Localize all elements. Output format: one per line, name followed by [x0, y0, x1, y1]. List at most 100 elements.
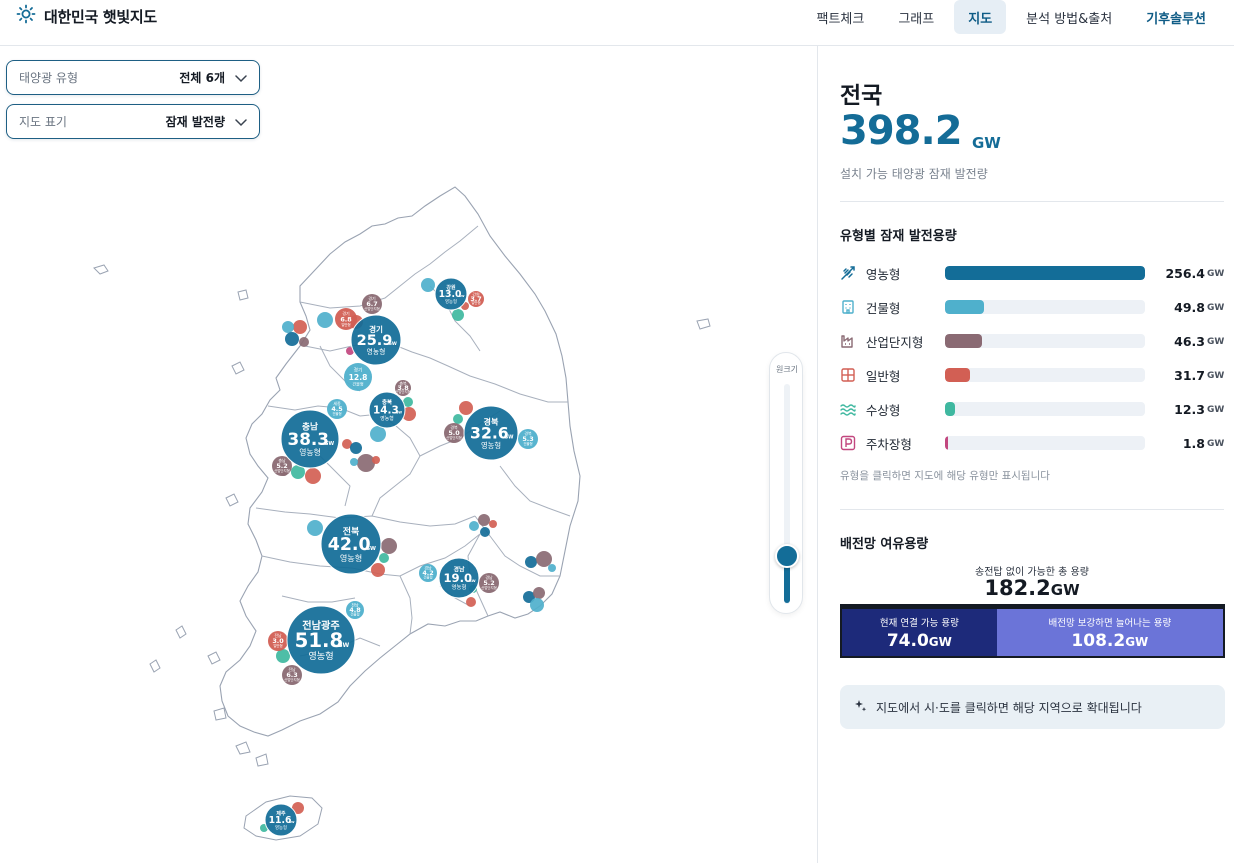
type-value: 31.7 — [1174, 367, 1205, 383]
secondary-bubble-type: 건물형 — [523, 441, 532, 446]
region-bubble-unit: GW — [366, 546, 376, 552]
type-value: 12.3 — [1174, 401, 1205, 417]
type-label: 일반형 — [865, 368, 901, 384]
region-bubble[interactable]: 전남광주51.8GW영농형 — [286, 605, 356, 675]
region-bubble[interactable]: 경북32.6GW영농형 — [463, 405, 519, 461]
map-dot — [452, 309, 464, 321]
region-bubble-unit: GW — [338, 642, 350, 649]
grid-segment-current: 현재 연결 가능 용량 74.0GW — [842, 609, 997, 656]
map-dot — [285, 332, 299, 346]
types-section-title: 유형별 잠재 발전용량 — [840, 229, 957, 244]
type-unit: GW — [1207, 303, 1225, 313]
type-value: 46.3 — [1174, 333, 1205, 349]
grid-segment-upgrade: 배전망 보강하면 늘어나는 용량 108.2GW — [996, 609, 1223, 656]
secondary-bubble[interactable]: 경기6.7산업단지형 — [362, 294, 382, 314]
chevron-down-icon — [235, 112, 247, 131]
bubble-size-slider[interactable]: 원크기 — [769, 352, 803, 614]
grid-segment-value: 108.2GW — [1071, 631, 1148, 651]
secondary-bubble[interactable]: 강원3.7일반형 — [468, 291, 484, 307]
secondary-bubble[interactable]: 세종4.5건물형 — [327, 399, 347, 419]
type-bar-track — [945, 436, 1146, 450]
slider-thumb[interactable] — [775, 543, 799, 568]
region-bubble[interactable]: 충북14.3GW영농형 — [368, 391, 406, 429]
map-dot — [282, 321, 294, 333]
type-unit: GW — [1207, 371, 1225, 381]
region-bubble-type: 영농형 — [481, 441, 501, 450]
region-bubble-type: 영농형 — [452, 583, 467, 591]
type-label: 건물형 — [865, 300, 901, 316]
grid-segment-number: 108.2 — [1071, 630, 1126, 651]
type-unit: GW — [1207, 405, 1225, 415]
map-dot — [276, 649, 290, 663]
secondary-bubble[interactable]: 전남3.0일반형 — [268, 631, 288, 651]
map-notice: 지도에서 시·도를 클릭하면 해당 지역으로 확대됩니다 — [840, 685, 1225, 729]
secondary-bubble[interactable]: 충북3.8산업단지형 — [395, 380, 411, 396]
region-bubble-type: 영농형 — [380, 415, 393, 422]
main-nav: 팩트체크 그래프 지도 분석 방법&출처 기후솔루션 — [803, 0, 1221, 34]
region-bubble-unit: GW — [289, 820, 295, 824]
korea-map[interactable]: 경기12.8건물형경기6.8일반형경기6.7산업단지형강원3.7일반형충남5.2… — [0, 46, 818, 863]
type-bar-track — [945, 402, 1146, 416]
type-unit: GW — [1207, 269, 1225, 279]
secondary-bubble[interactable]: 경기12.8건물형 — [344, 363, 372, 391]
region-bubble-type: 영농형 — [340, 553, 362, 563]
region-bubble[interactable]: 충남38.3GW영농형 — [280, 409, 340, 469]
type-bar-fill — [945, 334, 982, 348]
region-bubble[interactable]: 전북42.0GW영농형 — [320, 513, 382, 575]
type-bar-fill — [945, 402, 955, 416]
map-dot — [466, 597, 476, 607]
region-bubble[interactable]: 제주11.6GW영농형 — [264, 803, 298, 837]
map-dot — [548, 564, 556, 572]
type-row-general[interactable]: 일반형 31.7 GW — [840, 363, 1224, 387]
map-dot — [525, 556, 537, 568]
map-dot — [299, 337, 309, 347]
type-row-building[interactable]: 건물형 49.8 GW — [840, 295, 1224, 319]
map-display-select[interactable]: 지도 표기 잠재 발전량 — [6, 104, 260, 139]
secondary-bubble-type: 일반형 — [273, 643, 282, 648]
map-dot — [536, 551, 552, 567]
region-bubble[interactable]: 경남19.0GW영농형 — [438, 557, 480, 599]
type-bar-track — [945, 334, 1146, 348]
tab-factcheck[interactable]: 팩트체크 — [803, 0, 879, 34]
region-bubble-unit: GW — [388, 341, 397, 347]
secondary-bubble[interactable]: 경남5.2산업단지형 — [479, 573, 499, 593]
brand[interactable]: 대한민국 햇빛지도 — [16, 4, 157, 28]
secondary-bubble[interactable]: 전남4.8건물형 — [346, 601, 364, 619]
map-dot — [533, 587, 545, 599]
secondary-bubble[interactable]: 경기6.8일반형 — [335, 308, 357, 330]
secondary-bubble[interactable]: 전남6.3산업단지형 — [282, 665, 302, 685]
grid-total: 182.2GW — [840, 576, 1224, 600]
tab-map[interactable]: 지도 — [954, 0, 1007, 34]
total-capacity-value: 398.2 — [840, 108, 963, 154]
region-bubble-unit: GW — [396, 411, 403, 415]
secondary-bubble[interactable]: 경북5.3건물형 — [518, 429, 538, 449]
tab-graph[interactable]: 그래프 — [884, 0, 948, 34]
type-bar-track — [945, 368, 1146, 382]
region-bubble-type: 영농형 — [275, 824, 287, 831]
region-bubble[interactable]: 강원13.0GW영농형 — [434, 277, 468, 311]
map-dot — [459, 401, 473, 415]
region-bubble[interactable]: 경기25.9GW영농형 — [350, 314, 402, 366]
map-dot — [372, 456, 380, 464]
app-title: 대한민국 햇빛지도 — [44, 7, 157, 26]
type-row-floating[interactable]: 수상형 12.3 GW — [840, 397, 1224, 421]
secondary-bubble-type: 일반형 — [471, 300, 480, 305]
type-row-agrivoltaic[interactable]: 영농형 256.4 GW — [840, 261, 1224, 285]
parking-icon — [840, 433, 866, 453]
total-capacity-unit: GW — [972, 134, 1001, 152]
region-bubble-type: 영농형 — [367, 347, 386, 356]
divider — [840, 201, 1224, 202]
tab-climate-solutions[interactable]: 기후솔루션 — [1132, 0, 1220, 34]
solar-type-select[interactable]: 태양광 유형 전체 6개 — [6, 60, 260, 95]
tab-method-source[interactable]: 분석 방법&출처 — [1012, 0, 1126, 34]
secondary-bubble-type: 산업단지형 — [395, 389, 411, 394]
solar-type-label: 태양광 유형 — [19, 71, 79, 85]
secondary-bubble[interactable]: 경남4.2건물형 — [419, 564, 437, 582]
type-row-parking[interactable]: 주차장형 1.8 GW — [840, 431, 1224, 455]
total-capacity-description: 설치 가능 태양광 잠재 발전량 — [840, 167, 988, 181]
secondary-bubble[interactable]: 경북5.0산업단지형 — [444, 423, 464, 443]
chevron-down-icon — [235, 68, 247, 87]
map-panel: 경기 12.8 건물형 경기 6.8 일반형 경기 6.7 산업단지형 강원 3.7 일반형 충남 5.2… — [0, 46, 818, 863]
sparkle-icon — [854, 699, 868, 716]
type-row-industrial[interactable]: 산업단지형 46.3 GW — [840, 329, 1224, 353]
